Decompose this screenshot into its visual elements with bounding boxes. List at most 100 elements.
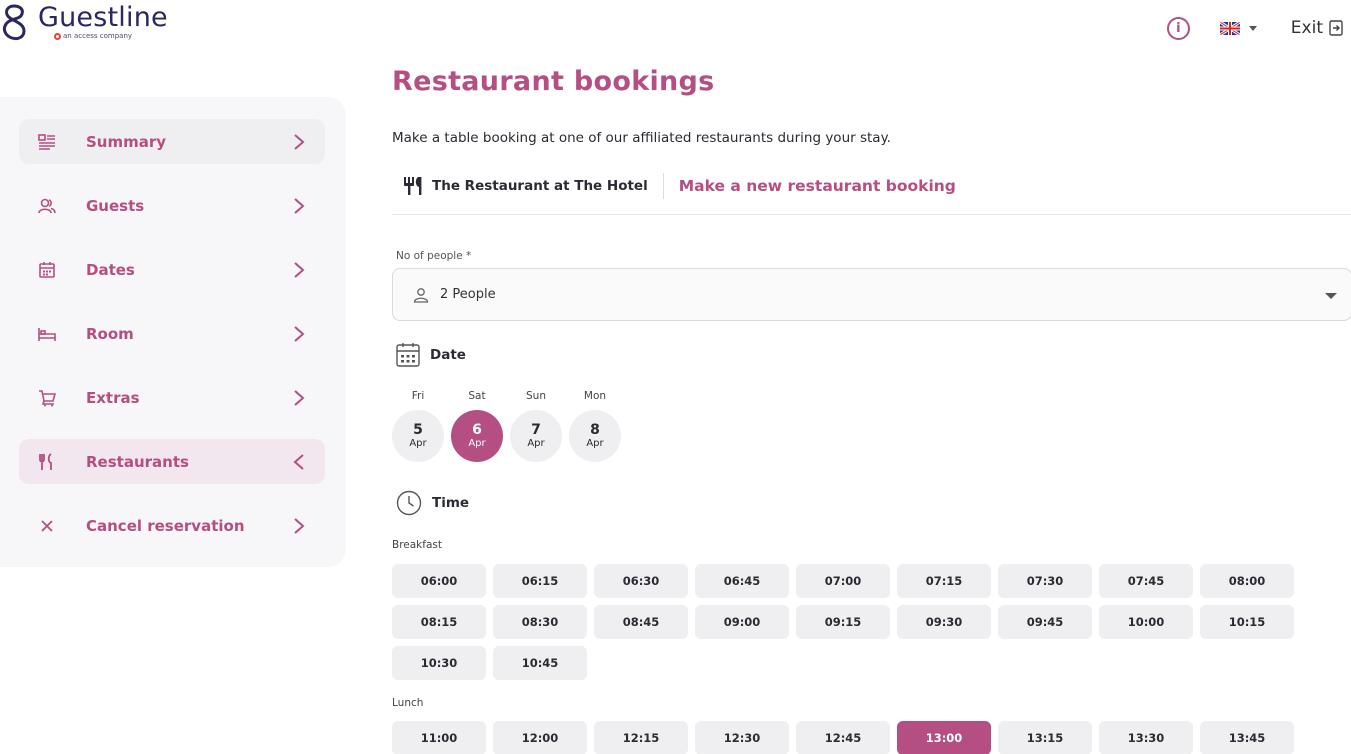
date-circle[interactable]: 8 Apr xyxy=(569,410,621,462)
guests-icon xyxy=(38,198,56,214)
sidebar-item-room[interactable]: Room xyxy=(19,311,325,356)
day-number: 7 xyxy=(531,421,541,438)
guestline-logo[interactable]: Guestline an access company xyxy=(0,2,168,46)
new-booking-link[interactable]: Make a new restaurant booking xyxy=(679,177,956,195)
divider xyxy=(662,173,664,199)
month-label: Apr xyxy=(409,437,427,449)
day-of-week: Mon xyxy=(583,390,607,402)
date-circle-selected[interactable]: 6 Apr xyxy=(451,410,503,462)
summary-icon xyxy=(38,134,55,150)
day-of-week: Sat xyxy=(468,390,486,402)
sidebar-item-label: Restaurants xyxy=(86,452,189,471)
time-slot[interactable]: 10:00 xyxy=(1099,605,1193,639)
divider xyxy=(392,214,1351,215)
cutlery-icon xyxy=(404,177,422,195)
sidebar-item-summary[interactable]: Summary xyxy=(19,119,325,164)
time-slot[interactable]: 09:00 xyxy=(695,605,789,639)
sidebar-item-guests[interactable]: Guests xyxy=(19,183,325,228)
breakfast-label: Breakfast xyxy=(392,539,442,551)
time-slot[interactable]: 08:15 xyxy=(392,605,486,639)
time-slot[interactable]: 08:45 xyxy=(594,605,688,639)
time-slot[interactable]: 07:45 xyxy=(1099,564,1193,598)
day-number: 8 xyxy=(590,421,600,438)
sidebar-item-label: Guests xyxy=(86,196,145,215)
chevron-right-icon xyxy=(294,198,305,214)
guestline-logo-icon xyxy=(2,4,26,41)
uk-flag-icon xyxy=(1219,21,1240,35)
time-slot[interactable]: 07:00 xyxy=(796,564,890,598)
lunch-label: Lunch xyxy=(392,697,424,709)
time-heading: Time xyxy=(432,495,470,511)
brand-name: Guestline xyxy=(38,2,168,33)
sidebar-item-label: Room xyxy=(86,324,134,343)
page-title: Restaurant bookings xyxy=(392,66,715,97)
people-field-label: No of people * xyxy=(396,250,472,262)
time-slot[interactable]: 08:00 xyxy=(1200,564,1294,598)
people-select[interactable]: 2 People xyxy=(392,268,1351,321)
date-option[interactable]: Sat 6 Apr xyxy=(451,390,503,462)
date-circle[interactable]: 7 Apr xyxy=(510,410,562,462)
exit-icon xyxy=(1329,20,1343,36)
person-icon xyxy=(413,287,429,303)
time-slot[interactable]: 09:30 xyxy=(897,605,991,639)
exit-button[interactable]: Exit xyxy=(1291,18,1343,38)
time-slot[interactable]: 13:45 xyxy=(1200,721,1294,754)
day-number: 6 xyxy=(472,421,482,438)
time-slot[interactable]: 11:00 xyxy=(392,721,486,754)
day-of-week: Sun xyxy=(526,390,546,402)
sidebar-item-label: Extras xyxy=(86,388,140,407)
bed-icon xyxy=(38,328,56,341)
month-label: Apr xyxy=(586,437,604,449)
time-slot[interactable]: 08:30 xyxy=(493,605,587,639)
chevron-down-icon xyxy=(1248,25,1257,31)
time-slot[interactable]: 12:00 xyxy=(493,721,587,754)
restaurant-name-tab[interactable]: The Restaurant at The Hotel xyxy=(432,178,648,194)
sidebar-item-extras[interactable]: Extras xyxy=(19,375,325,420)
time-slot[interactable]: 12:15 xyxy=(594,721,688,754)
time-slot-selected[interactable]: 13:00 xyxy=(897,721,991,754)
time-slot[interactable]: 09:15 xyxy=(796,605,890,639)
time-slot[interactable]: 07:30 xyxy=(998,564,1092,598)
date-option[interactable]: Fri 5 Apr xyxy=(392,390,444,462)
sidebar-item-restaurants[interactable]: Restaurants xyxy=(19,439,325,484)
sidebar-item-dates[interactable]: Dates xyxy=(19,247,325,292)
intro-text: Make a table booking at one of our affil… xyxy=(392,130,891,146)
day-number: 5 xyxy=(413,421,423,438)
sidebar-item-label: Dates xyxy=(86,260,135,279)
date-heading: Date xyxy=(430,347,466,363)
chevron-right-icon xyxy=(294,134,305,150)
brand-tagline-text: an access company xyxy=(63,32,133,40)
sidebar-item-label: Summary xyxy=(86,132,167,151)
time-slot[interactable]: 06:00 xyxy=(392,564,486,598)
date-option[interactable]: Mon 8 Apr xyxy=(569,390,621,462)
sidebar-item-cancel-reservation[interactable]: Cancel reservation xyxy=(19,503,325,548)
time-slot[interactable]: 06:30 xyxy=(594,564,688,598)
time-slot[interactable]: 12:45 xyxy=(796,721,890,754)
time-slot[interactable]: 10:30 xyxy=(392,646,486,680)
time-slot[interactable]: 10:15 xyxy=(1200,605,1294,639)
exit-label: Exit xyxy=(1290,18,1323,38)
time-slot[interactable]: 06:15 xyxy=(493,564,587,598)
month-label: Apr xyxy=(468,437,486,449)
time-slot[interactable]: 09:45 xyxy=(998,605,1092,639)
access-logo-icon xyxy=(54,32,61,40)
date-circle[interactable]: 5 Apr xyxy=(392,410,444,462)
time-slot[interactable]: 07:15 xyxy=(897,564,991,598)
calendar-icon xyxy=(396,343,420,367)
info-icon[interactable]: i xyxy=(1166,16,1190,40)
time-slot[interactable]: 12:30 xyxy=(695,721,789,754)
sidebar-item-label: Cancel reservation xyxy=(86,516,245,535)
month-label: Apr xyxy=(527,437,545,449)
sidebar-nav: Summary Guests Dates Room Extras Restaur… xyxy=(0,97,346,567)
time-slot[interactable]: 10:45 xyxy=(493,646,587,680)
day-of-week: Fri xyxy=(411,390,425,402)
time-slot[interactable]: 13:30 xyxy=(1099,721,1193,754)
chevron-left-icon xyxy=(293,454,304,470)
time-slot[interactable]: 13:15 xyxy=(998,721,1092,754)
language-selector[interactable] xyxy=(1219,21,1257,35)
time-slot[interactable]: 06:45 xyxy=(695,564,789,598)
cart-icon xyxy=(39,390,56,407)
date-option[interactable]: Sun 7 Apr xyxy=(510,390,562,462)
chevron-right-icon xyxy=(294,262,305,278)
calendar-icon xyxy=(39,262,55,278)
